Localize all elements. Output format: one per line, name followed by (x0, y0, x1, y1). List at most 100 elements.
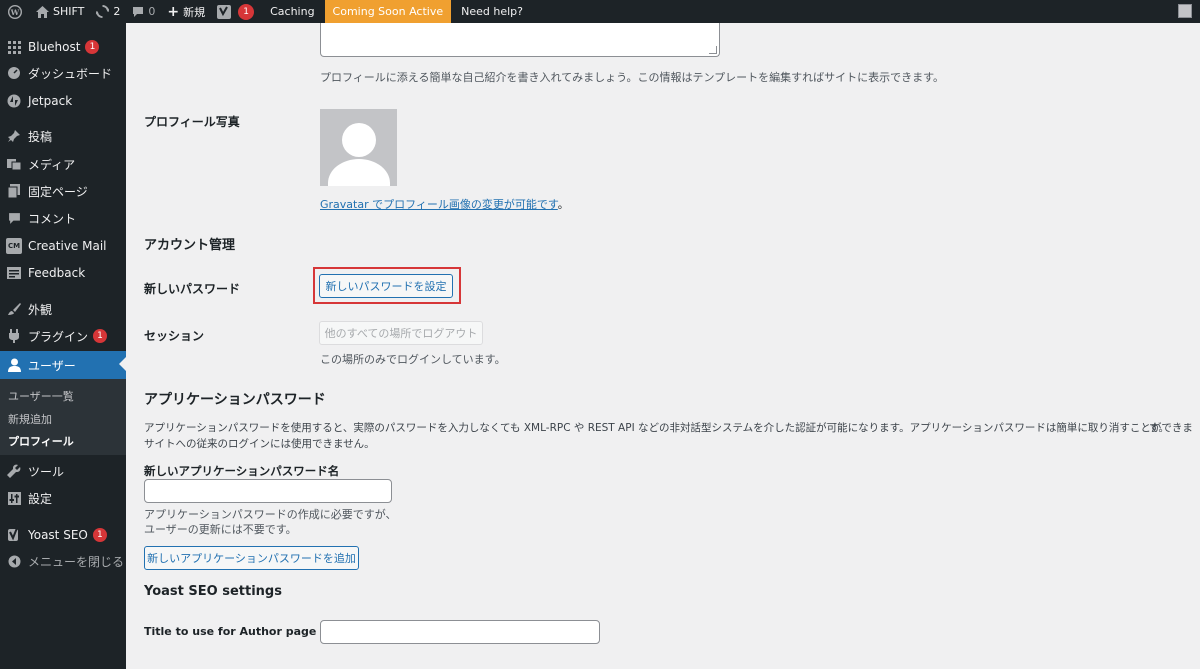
app-name-help-line-2: ユーザーの更新には不要です。 (144, 523, 297, 536)
user-avatar-icon[interactable] (1178, 4, 1192, 18)
biography-textarea[interactable] (320, 23, 720, 57)
settings-icon (6, 490, 22, 506)
author-page-title-input[interactable] (320, 620, 600, 644)
sidebar-item-label: Feedback (28, 266, 86, 280)
comments-count: 0 (148, 5, 156, 18)
submenu-item-add-new[interactable]: 新規追加 (8, 411, 52, 427)
sidebar-item-label: 外観 (28, 302, 53, 317)
sidebar-item-plugins[interactable]: プラグイン 1 (0, 323, 126, 349)
sidebar-item-feedback[interactable]: Feedback (0, 260, 126, 286)
updates-count: 2 (113, 5, 121, 18)
sidebar-item-label: Creative Mail (28, 239, 107, 253)
sidebar-item-jetpack[interactable]: Jetpack (0, 88, 126, 114)
profile-form: プロフィールに添える簡単な自己紹介を書き入れてみましょう。この情報はテンプレート… (126, 23, 1200, 669)
sidebar-item-label: 設定 (28, 491, 53, 506)
users-submenu: ユーザー一覧 新規追加 プロフィール (0, 379, 126, 455)
sidebar-item-posts[interactable]: 投稿 (0, 123, 126, 149)
media-icon (6, 156, 22, 172)
sidebar-item-label: プラグイン (28, 329, 89, 344)
cm-icon: CM (6, 238, 22, 254)
new-app-password-name-label: 新しいアプリケーションパスワード名 (144, 464, 340, 478)
pin-icon (6, 128, 22, 144)
sidebar-item-label: 投稿 (28, 129, 53, 144)
application-passwords-heading: アプリケーションパスワード (144, 392, 326, 408)
admin-sidebar: Bluehost 1 ダッシュボード Jetpack 投稿 メディア 固定ページ (0, 23, 126, 669)
site-name-link[interactable]: SHIFT (30, 0, 90, 23)
sidebar-item-yoast-seo[interactable]: Yoast SEO 1 (0, 522, 126, 548)
comment-icon (6, 210, 22, 226)
jetpack-icon (6, 93, 22, 109)
sidebar-item-label: 固定ページ (28, 184, 88, 199)
sidebar-item-comments[interactable]: コメント (0, 205, 126, 231)
collapse-menu-button[interactable]: メニューを閉じる (0, 548, 126, 574)
yoast-icon (6, 527, 22, 543)
gravatar-link[interactable]: Gravatar でプロフィール画像の変更が可能です (320, 198, 558, 211)
collapse-icon (6, 553, 22, 569)
application-passwords-description: アプリケーションパスワードを使用すると、実際のパスワードを入力しなくても XML… (144, 422, 1193, 434)
logout-everywhere-button[interactable]: 他のすべての場所でログアウト (319, 321, 483, 345)
yoast-icon (217, 4, 232, 19)
resize-handle-icon[interactable] (709, 46, 717, 54)
submenu-item-all-users[interactable]: ユーザー一覧 (8, 388, 74, 404)
sidebar-item-users[interactable]: ユーザー (0, 351, 126, 379)
sidebar-item-label: ダッシュボード (28, 66, 113, 81)
sidebar-item-label: メディア (28, 157, 76, 172)
brush-icon (6, 301, 22, 317)
wrench-icon (6, 463, 22, 479)
set-new-password-button[interactable]: 新しいパスワードを設定 (319, 274, 453, 298)
yoast-badge: 1 (92, 528, 107, 542)
updates-icon (96, 5, 110, 18)
plus-icon: + (167, 3, 180, 20)
updates-link[interactable]: 2 (90, 0, 126, 23)
page-icon (6, 183, 22, 199)
sidebar-item-label: Yoast SEO (28, 528, 88, 542)
new-password-label: 新しいパスワード (144, 282, 241, 296)
profile-photo-label: プロフィール写真 (144, 115, 240, 129)
sidebar-item-label: Bluehost (28, 40, 81, 54)
sidebar-item-media[interactable]: メディア (0, 151, 126, 177)
sidebar-item-label: メニューを閉じる (28, 554, 125, 569)
wordpress-logo-button[interactable]: W (0, 0, 30, 23)
session-description: この場所のみでログインしています。 (320, 353, 506, 366)
comments-link[interactable]: 0 (126, 0, 161, 23)
user-icon (6, 357, 22, 373)
home-icon (36, 5, 49, 18)
yoast-settings-heading: Yoast SEO settings (144, 584, 282, 599)
comment-bubble-icon (132, 6, 144, 18)
yoast-adminbar-link[interactable]: 1 (211, 0, 260, 23)
add-app-password-button[interactable]: 新しいアプリケーションパスワードを追加 (144, 546, 359, 570)
need-help-link[interactable]: Need help? (451, 0, 533, 23)
application-passwords-description-2: サイトへの従来のログインには使用できません。 (144, 438, 375, 450)
sidebar-item-bluehost[interactable]: Bluehost 1 (0, 34, 126, 60)
profile-avatar (320, 109, 397, 186)
plugin-icon (6, 328, 22, 344)
new-content-link[interactable]: + 新規 (161, 0, 211, 23)
sidebar-item-tools[interactable]: ツール (0, 458, 126, 484)
sidebar-item-label: Jetpack (28, 94, 73, 108)
dashboard-icon (6, 65, 22, 81)
sidebar-item-appearance[interactable]: 外観 (0, 296, 126, 322)
new-label: 新規 (183, 5, 206, 19)
account-management-heading: アカウント管理 (144, 238, 236, 253)
coming-soon-active-badge[interactable]: Coming Soon Active (324, 0, 452, 23)
bluehost-badge: 1 (85, 40, 100, 54)
app-name-help-line-1: アプリケーションパスワードの作成に必要ですが、 (144, 508, 397, 521)
admin-bar: W SHIFT 2 0 + 新規 1 Caching Coming Soon A… (0, 0, 1200, 23)
application-passwords-description-end: す。 (1149, 422, 1169, 434)
sidebar-item-dashboard[interactable]: ダッシュボード (0, 60, 126, 86)
svg-text:W: W (10, 8, 20, 17)
submenu-item-profile[interactable]: プロフィール (8, 433, 74, 449)
sidebar-item-label: ツール (28, 464, 65, 479)
session-label: セッション (144, 329, 205, 343)
biography-description: プロフィールに添える簡単な自己紹介を書き入れてみましょう。この情報はテンプレート… (320, 71, 945, 84)
wordpress-logo-icon: W (8, 4, 22, 19)
sidebar-item-label: ユーザー (28, 358, 76, 373)
yoast-notification-badge: 1 (238, 3, 255, 20)
sidebar-item-pages[interactable]: 固定ページ (0, 178, 126, 204)
sidebar-item-creative-mail[interactable]: CM Creative Mail (0, 233, 126, 259)
caching-menu[interactable]: Caching (260, 0, 324, 23)
grid-icon (6, 39, 22, 55)
new-app-password-name-input[interactable] (144, 479, 392, 503)
sidebar-item-label: コメント (28, 211, 77, 226)
sidebar-item-settings[interactable]: 設定 (0, 485, 126, 511)
